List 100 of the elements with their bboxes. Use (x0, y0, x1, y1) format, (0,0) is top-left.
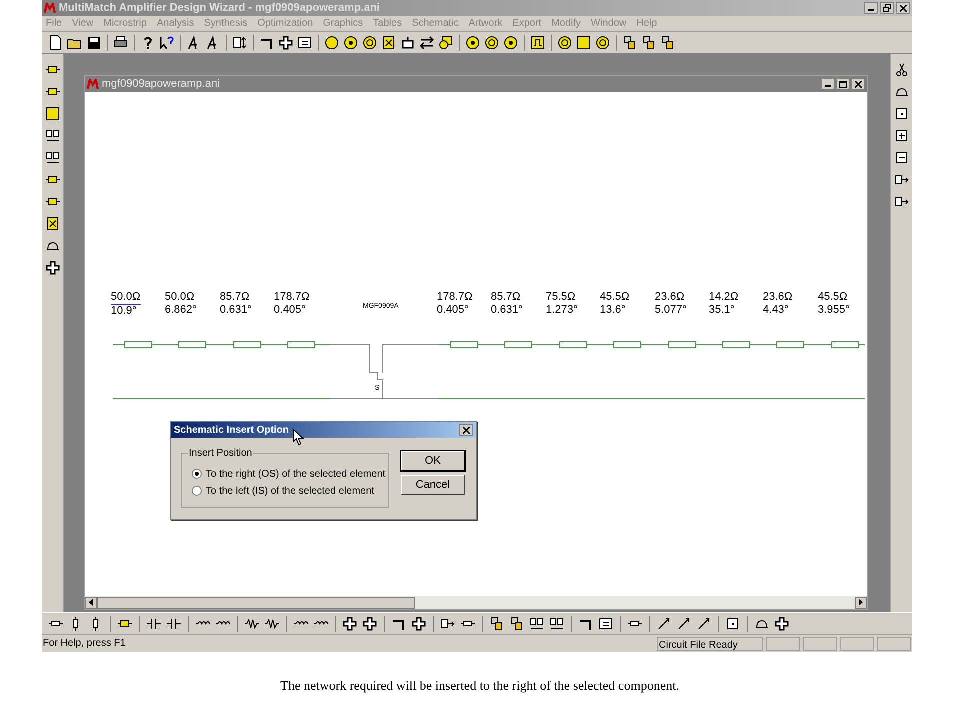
diagonal-line-icon[interactable] (656, 616, 672, 632)
printer-icon[interactable] (113, 34, 129, 50)
floppy-icon[interactable] (86, 34, 102, 50)
close-button[interactable] (851, 78, 865, 90)
square-icon[interactable] (576, 34, 592, 50)
menu-item[interactable]: Artwork (468, 16, 503, 31)
stacked-figures-icon[interactable] (489, 616, 505, 632)
radio-button[interactable] (192, 486, 202, 496)
document-title: mgf0909apoweramp.ani (102, 76, 220, 92)
close-icon (854, 80, 862, 88)
menu-item[interactable]: Optimization (258, 16, 314, 31)
small-square-icon[interactable] (725, 616, 741, 632)
minimize-button[interactable] (821, 78, 835, 90)
close-button[interactable] (459, 424, 473, 436)
status-pane: Circuit File Ready (657, 636, 763, 650)
option-label: To the left (IS) of the selected element (206, 484, 374, 498)
restore-icon (883, 4, 891, 12)
impedance-label: 178.7Ω (437, 291, 473, 304)
ring-icon[interactable] (595, 34, 611, 50)
cross-shape-icon[interactable] (774, 616, 790, 632)
menu-item[interactable]: Graphics (323, 16, 364, 31)
minimize-button[interactable] (864, 2, 878, 14)
menu-item[interactable]: View (72, 16, 94, 31)
minus-box-icon[interactable] (894, 150, 910, 166)
component-pair-icon[interactable] (549, 616, 565, 632)
impedance-label: 45.5Ω (818, 291, 849, 304)
square-icon[interactable] (44, 106, 60, 122)
dot-circle-icon[interactable] (465, 34, 481, 50)
scroll-left-button[interactable] (85, 596, 97, 608)
menu-item[interactable]: File (46, 16, 62, 31)
menu-item[interactable]: Analysis (156, 16, 194, 31)
cross-shape-icon[interactable] (411, 616, 427, 632)
restore-button[interactable] (880, 2, 894, 14)
component-pair-icon[interactable] (44, 150, 60, 166)
crossed-square-icon[interactable] (44, 216, 60, 232)
ok-button[interactable]: OK (401, 451, 465, 471)
menu-item[interactable]: Schematic (412, 16, 459, 31)
crossed-square-icon[interactable] (381, 34, 397, 50)
swap-arrows-icon[interactable] (419, 34, 435, 50)
line-section (668, 342, 696, 348)
small-square-icon[interactable] (894, 106, 910, 122)
cross-shape-icon[interactable] (342, 616, 358, 632)
radio-button[interactable] (192, 469, 202, 479)
pulse-icon[interactable] (530, 34, 546, 50)
menu-item[interactable]: Export (512, 16, 542, 31)
stacked-figures-icon[interactable] (641, 34, 657, 50)
angle-label: 13.6° (600, 304, 627, 317)
stacked-figures-icon[interactable] (660, 34, 676, 50)
line-section (832, 342, 860, 348)
scroll-right-button[interactable] (855, 596, 867, 608)
component-pair-icon[interactable] (44, 128, 60, 144)
scissors-icon[interactable] (894, 62, 910, 78)
menu-item[interactable]: Modify (552, 16, 582, 31)
document-icon[interactable] (48, 34, 64, 50)
port-icon[interactable] (400, 34, 416, 50)
overlapping-shapes-icon[interactable] (438, 34, 454, 50)
line-section (234, 342, 262, 348)
dot-circle-icon[interactable] (343, 34, 359, 50)
diagonal-line-icon[interactable] (696, 616, 712, 632)
angle-label: 10.9° (111, 305, 138, 318)
line-section (614, 342, 642, 348)
impedance-label: 45.5Ω (600, 291, 630, 304)
stacked-figures-icon[interactable] (622, 34, 638, 50)
plus-box-icon[interactable] (894, 128, 910, 144)
cross-shape-icon[interactable] (362, 616, 378, 632)
angle-label: 0.631° (491, 304, 523, 317)
menu-item[interactable]: Help (636, 16, 658, 31)
line-section (560, 342, 588, 348)
cancel-button[interactable]: Cancel (401, 475, 465, 495)
document-logo-icon (87, 78, 99, 90)
window-title: MultiMatch Amplifier Design Wizard - mgf0909apoweramp.ani (59, 0, 380, 16)
panel-icon[interactable] (598, 616, 614, 632)
frame-arrows-icon[interactable] (232, 34, 248, 50)
status-text: For Help, press F1 (43, 637, 127, 651)
status-pane (766, 636, 800, 650)
left-arrow-icon (89, 599, 93, 606)
dot-circle-icon[interactable] (503, 34, 519, 50)
impedance-label: 14.2Ω (709, 291, 739, 304)
menu-item[interactable]: Tables (373, 16, 402, 31)
ring-icon[interactable] (362, 34, 378, 50)
circle-icon[interactable] (324, 34, 340, 50)
close-button[interactable] (896, 2, 910, 14)
ring-icon[interactable] (484, 34, 500, 50)
menu-item[interactable]: Synthesis (204, 16, 248, 31)
maximize-button[interactable] (836, 78, 850, 90)
scroll-thumb[interactable] (97, 596, 415, 608)
cross-shape-icon[interactable] (278, 34, 294, 50)
cross-shape-icon[interactable] (44, 260, 60, 276)
menu-item[interactable]: Window (591, 16, 627, 31)
panel-icon[interactable] (297, 34, 313, 50)
component-pair-icon[interactable] (529, 616, 545, 632)
ring-icon[interactable] (557, 34, 573, 50)
impedance-label: 85.7Ω (220, 291, 251, 304)
menu-item[interactable]: Microstrip (104, 16, 147, 31)
stacked-figures-icon[interactable] (509, 616, 525, 632)
slide-caption: The network required will be inserted to the right of the selected component. (280, 677, 680, 695)
diagonal-line-icon[interactable] (676, 616, 692, 632)
option-label: To the right (OS) of the selected element (206, 468, 386, 482)
horizontal-scrollbar[interactable] (85, 596, 867, 609)
status-pane (840, 636, 874, 650)
